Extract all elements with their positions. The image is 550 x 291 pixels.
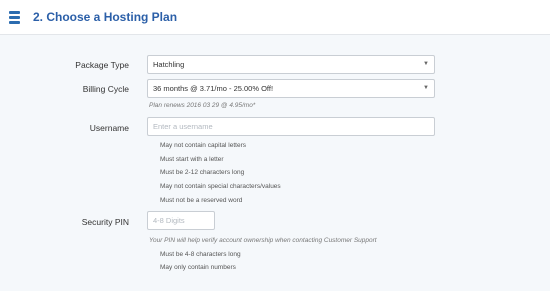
pin-rule: Must be 4-8 characters long — [160, 251, 241, 258]
section-header: 2. Choose a Hosting Plan — [0, 0, 550, 35]
username-rule: Must start with a letter — [160, 156, 224, 163]
billing-cycle-select[interactable]: 36 months @ 3.71/mo - 25.00% Off! ▼ — [147, 79, 435, 98]
pin-help-note: Your PIN will help verify account owners… — [149, 237, 377, 244]
plan-renewal-note: Plan renews 2016 03 29 @ 4.95/mo* — [149, 102, 256, 109]
billing-cycle-value: 36 months @ 3.71/mo - 25.00% Off! — [153, 84, 274, 93]
username-input[interactable]: Enter a username — [147, 117, 435, 136]
pin-rule: May only contain numbers — [160, 264, 236, 271]
billing-cycle-label: Billing Cycle — [82, 84, 129, 94]
security-pin-input[interactable]: 4-8 Digits — [147, 211, 215, 230]
package-type-value: Hatchling — [153, 60, 185, 69]
chevron-down-icon: ▼ — [423, 85, 429, 91]
server-icon — [9, 11, 20, 24]
username-rule: May not contain special characters/value… — [160, 183, 281, 190]
package-type-select[interactable]: Hatchling ▼ — [147, 55, 435, 74]
username-rule: May not contain capital letters — [160, 142, 246, 149]
security-pin-label: Security PIN — [81, 217, 129, 227]
section-title: 2. Choose a Hosting Plan — [33, 10, 178, 24]
package-type-label: Package Type — [75, 60, 129, 70]
hosting-plan-form: Package Type Hatchling ▼ Billing Cycle 3… — [0, 35, 550, 291]
username-label: Username — [89, 123, 129, 133]
username-rule: Must not be a reserved word — [160, 197, 243, 204]
username-rule: Must be 2-12 characters long — [160, 169, 245, 176]
chevron-down-icon: ▼ — [423, 61, 429, 67]
